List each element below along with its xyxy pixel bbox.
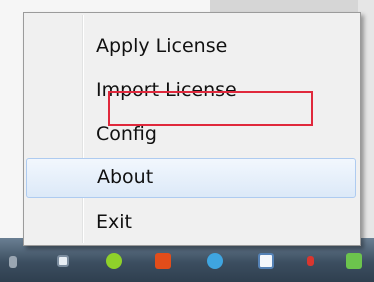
app-icon[interactable] [2, 250, 24, 272]
folder-icon[interactable] [152, 250, 174, 272]
menu-item-about[interactable]: About [26, 158, 356, 198]
add-icon[interactable] [103, 250, 125, 272]
menu-item-label: Config [96, 123, 157, 145]
window-icon[interactable] [52, 250, 74, 272]
menu-item-apply-license[interactable]: Apply License [26, 27, 356, 67]
chat-icon[interactable] [204, 250, 226, 272]
menu-item-exit[interactable]: Exit [26, 203, 356, 243]
network-icon[interactable] [255, 250, 277, 272]
menu-item-label: Apply License [96, 35, 228, 57]
volume-icon[interactable] [298, 250, 320, 272]
menu-item-label: About [97, 166, 154, 188]
annotation-highlight-box [108, 91, 313, 126]
context-menu: Apply License Import License Config Abou… [23, 12, 361, 246]
menu-item-label: Exit [96, 211, 132, 233]
shield-icon[interactable] [343, 250, 365, 272]
